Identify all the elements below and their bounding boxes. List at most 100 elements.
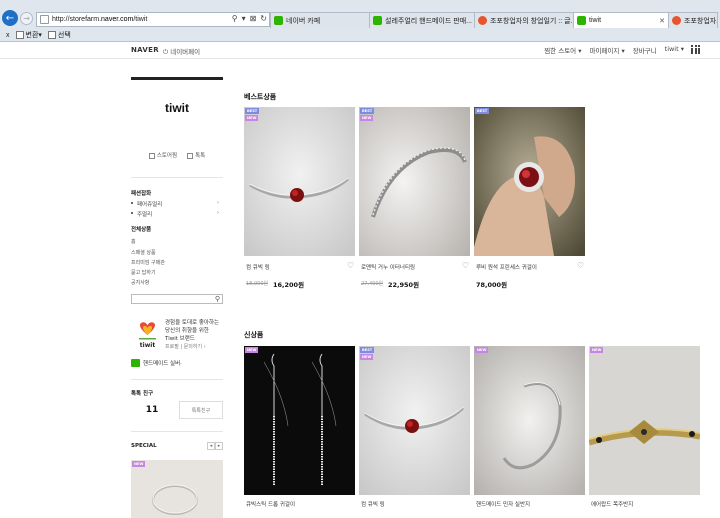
all-products-heading[interactable]: 전체상품: [131, 225, 151, 233]
heart-icon[interactable]: ♡: [347, 261, 354, 270]
store-like-button[interactable]: 스토어찜: [148, 151, 177, 159]
tiwit-brand-logo: tiwit: [139, 322, 156, 349]
back-arrow-icon[interactable]: ←: [2, 10, 18, 26]
naver-pay-link[interactable]: ⏻ 네이버페이: [163, 46, 200, 57]
cart-link[interactable]: 장바구니: [633, 45, 657, 55]
account-menu[interactable]: tiwit ▾: [665, 45, 684, 55]
sidebar-item-qna[interactable]: 묻고 답하기: [131, 269, 156, 276]
divider: [131, 177, 223, 178]
tab-strip: 네이버 카페 설레주얼리 핸드메이드 판매... 조포창업자의 창업일기 :: …: [270, 12, 718, 28]
add-talk-friend-button[interactable]: 톡톡친구: [179, 401, 223, 419]
tab-label: tiwit: [589, 17, 602, 24]
talk-label: 톡톡: [195, 153, 206, 159]
naver-logo[interactable]: NAVER: [131, 46, 159, 54]
new-badge: NEW: [245, 347, 259, 353]
product-name[interactable]: 컴 큐빅 링: [361, 500, 385, 508]
product-name[interactable]: 루비 원석 프린세스 귀걸이: [476, 263, 537, 271]
talk-button[interactable]: 톡톡: [187, 151, 205, 159]
product-name[interactable]: 에어랍드 목주반지: [591, 500, 633, 508]
heart-icon[interactable]: ♡: [577, 261, 584, 270]
convert-button[interactable]: 변환 ▾: [15, 30, 42, 40]
special-product-image[interactable]: NEW: [131, 460, 223, 518]
forward-arrow-icon[interactable]: →: [20, 12, 33, 25]
original-price: 27,400원: [361, 281, 384, 287]
product-image[interactable]: BEST NEW: [359, 107, 470, 256]
new-badge: NEW: [590, 347, 604, 353]
product-name[interactable]: 로맨틱 거누 이터너티링: [361, 263, 415, 271]
bullet-icon: [131, 212, 133, 214]
best-badge: BEST: [360, 347, 375, 353]
product-image[interactable]: BEST: [474, 107, 585, 256]
category-heading[interactable]: 패션잡화: [131, 189, 151, 197]
address-bar[interactable]: http://storefarm.naver.com/tiwit ⚲ ▾ ⊠ ↻: [36, 12, 270, 27]
divider: [131, 431, 223, 432]
convert-label: 변환: [25, 32, 39, 39]
close-tab-icon[interactable]: ✕: [655, 17, 665, 25]
apps-grid-icon[interactable]: [691, 45, 701, 54]
talk-channel-link[interactable]: 핸드메이드 실버·: [131, 359, 182, 367]
product-name[interactable]: 큐빅스틱 드롭 귀걸이: [246, 500, 295, 508]
sidebar-item-premium[interactable]: 프리미엄 구매관: [131, 259, 165, 266]
tab-label: 네이버 카페: [286, 17, 321, 25]
address-tools[interactable]: ⚲ ▾ ⊠ ↻: [232, 14, 267, 23]
sidebar-item-pair-jewelry[interactable]: 패어쥬얼리 ›: [131, 200, 219, 208]
favicon-icon: [478, 16, 487, 25]
next-icon[interactable]: ▸: [215, 442, 223, 450]
page-icon: [40, 15, 49, 24]
new-badge: NEW: [245, 115, 259, 121]
refresh-icon[interactable]: ↻: [260, 14, 267, 23]
product-image[interactable]: NEW: [474, 346, 585, 495]
favicon-icon: [274, 16, 283, 25]
banner-links[interactable]: 프로필 | 문의하기 ›: [165, 343, 206, 350]
bullet-icon: [131, 202, 133, 204]
best-badge: BEST: [475, 108, 490, 114]
store-name[interactable]: tiwit: [131, 101, 223, 115]
command-bar: x 변환 ▾ 선택: [0, 28, 720, 42]
product-name[interactable]: 핸드메이드 민자 실반지: [476, 500, 530, 508]
talk-friends-heading: 톡톡 친구: [131, 391, 154, 397]
store-search-input[interactable]: ⚲: [131, 294, 223, 304]
original-price: 18,000원: [246, 281, 269, 287]
sidebar-item-jewelry[interactable]: 주얼리 ›: [131, 210, 219, 218]
new-products-heading: 신상품: [244, 331, 264, 339]
search-icon[interactable]: ⚲: [232, 14, 238, 23]
liked-stores-menu[interactable]: 찜한 스토어 ▾: [544, 45, 581, 55]
sidebar-item-label: 주얼리: [137, 212, 153, 218]
heart-icon[interactable]: ♡: [462, 261, 469, 270]
select-button[interactable]: 선택: [47, 30, 71, 40]
tab-startup-diary[interactable]: 조포창업자의 창업일기 :: 글...: [474, 12, 574, 28]
product-image[interactable]: NEW: [244, 346, 355, 495]
heart-store-icon: [148, 152, 155, 159]
new-badge: NEW: [360, 354, 374, 360]
product-name[interactable]: 컴 큐빅 링: [246, 263, 270, 271]
tab-startup-diary-2[interactable]: 조포창업자의: [668, 12, 718, 28]
compat-icon[interactable]: ⊠: [250, 14, 257, 23]
dropdown-icon[interactable]: ▾: [242, 14, 246, 23]
mypage-menu[interactable]: 마이페이지 ▾: [589, 45, 624, 55]
sidebar-item-special[interactable]: 스페셜 상품: [131, 249, 156, 256]
select-label: 선택: [57, 32, 71, 39]
chat-icon: [187, 152, 194, 159]
best-badge: BEST: [360, 108, 375, 114]
prev-icon[interactable]: ◂: [207, 442, 215, 450]
tab-seolle-jewelry[interactable]: 설레주얼리 핸드메이드 판매...: [369, 12, 475, 28]
search-icon[interactable]: ⚲: [215, 295, 220, 303]
convert-icon: [15, 31, 24, 39]
close-bar-button[interactable]: x: [6, 32, 10, 39]
product-image[interactable]: BEST NEW: [359, 346, 470, 495]
sidebar-item-notice[interactable]: 공지사항: [131, 279, 149, 286]
new-badge: NEW: [360, 115, 374, 121]
special-pager: ◂ ▸: [207, 442, 223, 450]
tab-naver-cafe[interactable]: 네이버 카페: [270, 12, 370, 28]
tab-label: 설레주얼리 핸드메이드 판매...: [385, 17, 473, 25]
sale-price: 16,200원: [273, 281, 305, 289]
sidebar-item-home[interactable]: 홈: [131, 238, 136, 245]
sale-price: 22,950원: [388, 281, 420, 289]
product-image[interactable]: NEW: [589, 346, 700, 495]
store-actions: 스토어찜 톡톡: [131, 151, 223, 159]
favicon-icon: [577, 16, 586, 25]
banner-description: 경험을 토대로 좋아하는 당신의 취향을 위한 Tiwit 브랜드: [165, 320, 220, 342]
product-image[interactable]: BEST NEW: [244, 107, 355, 256]
tab-tiwit[interactable]: tiwit ✕: [573, 12, 669, 28]
favicon-icon: [373, 16, 382, 25]
